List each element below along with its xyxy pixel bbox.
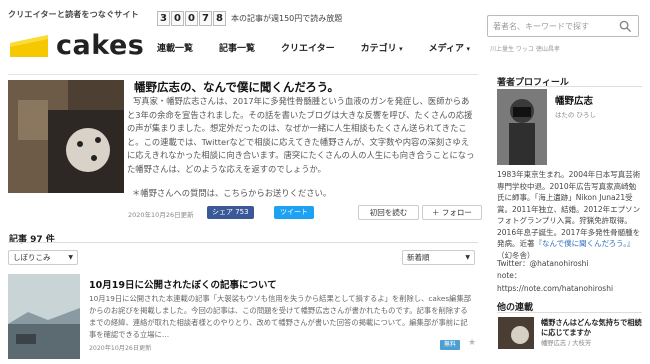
article-counter: 3 0 0 7 8 本の記事が週150円で読み放題 — [157, 11, 342, 26]
nav-series-list[interactable]: 連載一覧 — [157, 41, 193, 54]
author-photo — [497, 89, 547, 165]
cakes-logo[interactable]: cakes — [8, 27, 144, 65]
author-avatar[interactable] — [497, 89, 547, 165]
chevron-down-icon: ▼ — [68, 254, 73, 261]
sort-label: 新着順 — [407, 253, 430, 262]
filter-label: しぼりこみ — [13, 253, 51, 262]
read-first-button[interactable]: 初回を読む — [358, 205, 419, 220]
popular-search-keywords[interactable]: 川上量生 ワッコ 徳山昌孝 — [490, 44, 560, 53]
counter-digit: 0 — [171, 11, 184, 26]
counter-digit: 8 — [213, 11, 226, 26]
series-updated-date: 2020年10月26日更新 — [128, 211, 194, 219]
chevron-down-icon: ▼ — [465, 254, 470, 261]
author-name[interactable]: 幡野広志 — [555, 93, 593, 107]
counter-digit: 0 — [185, 11, 198, 26]
logo-wordmark: cakes — [56, 30, 145, 61]
other-series-title[interactable]: 幡野さんはどんな気持ちで相続に応じてますか — [541, 318, 646, 338]
book-link[interactable]: 『なんで僕に聞くんだろう。』 — [535, 239, 635, 248]
site-tagline: クリエイターと読者をつなぐサイト — [8, 10, 139, 19]
other-series-thumbnail[interactable] — [498, 317, 534, 349]
filter-dropdown[interactable]: しぼりこみ ▼ — [8, 250, 78, 265]
author-twitter[interactable]: Twitter：@hatanohiroshi — [497, 258, 588, 269]
search-icon[interactable] — [619, 20, 632, 33]
search-box[interactable]: 著者名、キーワードで探す — [487, 15, 639, 37]
sort-dropdown[interactable]: 新着順 ▼ — [402, 250, 475, 265]
search-input[interactable]: 著者名、キーワードで探す — [493, 21, 589, 32]
facebook-share-button[interactable]: シェア 753 — [207, 206, 254, 219]
article-thumbnail[interactable] — [8, 274, 80, 359]
author-bio: 1983年東京生まれ。2004年日本写真芸術専門学校中退。2010年広告写真家高… — [497, 169, 643, 261]
article-count: 記事 97 件 — [9, 235, 55, 245]
counter-text: 本の記事が週150円で読み放題 — [231, 14, 343, 23]
divider — [8, 242, 478, 243]
series-description: 写真家・幡野広志さんは、2017年に多発性骨髄腫という血液のガンを発症し、医師か… — [127, 96, 475, 174]
main-nav: 連載一覧 記事一覧 クリエイター カテゴリ メディア — [157, 41, 496, 54]
series-photo — [8, 80, 124, 193]
cheese-logo-icon — [10, 35, 48, 57]
divider — [497, 312, 642, 313]
star-icon[interactable]: ★ — [468, 338, 476, 348]
series-feature-card: 幡野広志の、なんで僕に聞くんだろう。 写真家・幡野広志さんは、2017年に多発性… — [8, 74, 482, 226]
nav-media-dropdown[interactable]: メディア — [429, 41, 470, 54]
counter-digit: 7 — [199, 11, 212, 26]
nav-category-dropdown[interactable]: カテゴリ — [361, 41, 403, 54]
author-note-label: note： — [497, 271, 522, 280]
article-photo — [8, 274, 80, 359]
article-updated-date: 2020年10月26日更新 — [89, 345, 152, 352]
nav-creators[interactable]: クリエイター — [281, 41, 335, 54]
author-name-kana: はたの ひろし — [555, 111, 596, 119]
free-badge: 無料 — [440, 340, 461, 350]
series-thumbnail[interactable] — [8, 80, 124, 193]
nav-article-list[interactable]: 記事一覧 — [219, 41, 255, 54]
series-title[interactable]: 幡野広志の、なんで僕に聞くんだろう。 — [134, 79, 339, 95]
counter-digit: 3 — [157, 11, 170, 26]
author-note-link[interactable]: https://note.com/hatanohiroshi — [497, 284, 613, 293]
article-title[interactable]: 10月19日に公開されたぼくの記事について — [89, 277, 277, 291]
divider — [497, 86, 642, 87]
author-bio-text: 1983年東京生まれ。2004年日本写真芸術専門学校中退。2010年広告写真家高… — [497, 170, 641, 248]
question-note-link[interactable]: ＊幡野さんへの質問は、こちらからお送りください。 — [132, 187, 331, 199]
tweet-button[interactable]: ツイート — [274, 206, 314, 219]
other-series-photo — [498, 317, 534, 349]
article-excerpt: 10月19日に公開された本連載の記事「大袈裟もウソも信用を失うから結果として損す… — [89, 294, 472, 339]
follow-button[interactable]: ＋ フォロー — [422, 205, 482, 220]
other-series-author: 幡野広志 / 大枝芳 — [541, 340, 592, 347]
